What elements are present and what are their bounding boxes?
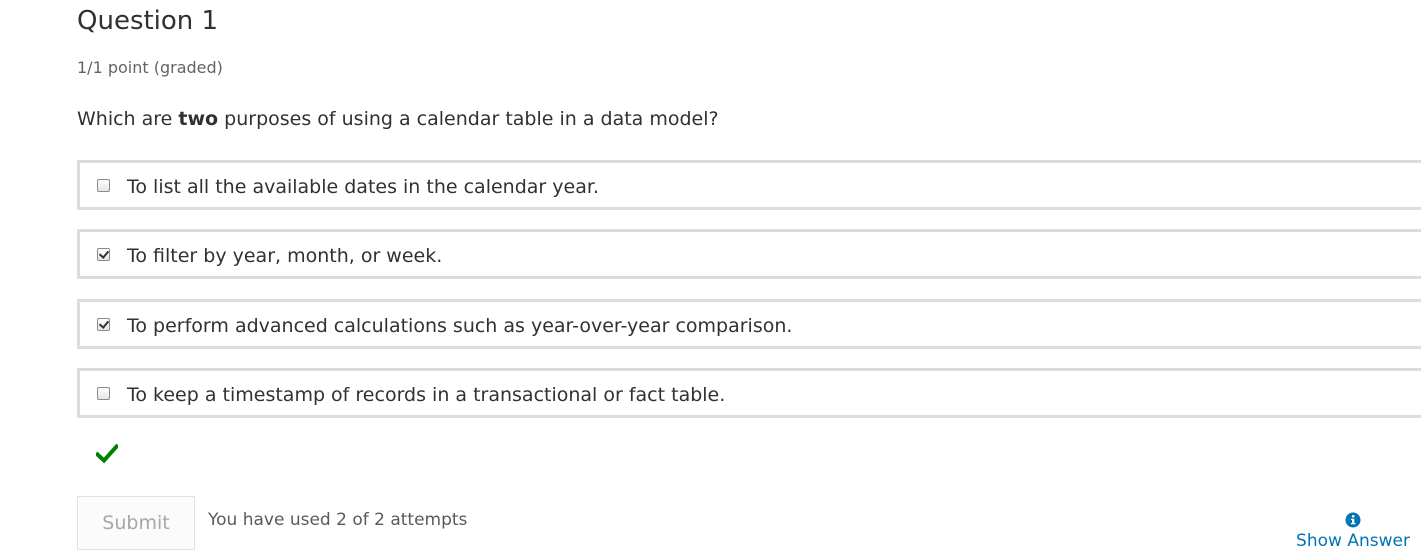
choice-checkbox-3[interactable]: [97, 318, 110, 331]
choice-label-2: To filter by year, month, or week.: [127, 245, 443, 267]
problem-container: Question 1 1/1 point (graded) Which are …: [77, 0, 1421, 557]
show-answer-button[interactable]: Show Answer: [1296, 512, 1410, 551]
points-label: 1/1 point (graded): [77, 58, 223, 77]
question-prompt: Which are two purposes of using a calend…: [77, 108, 719, 130]
prompt-text-end: purposes of using a calendar table in a …: [218, 108, 719, 130]
choice-checkbox-1[interactable]: [97, 179, 110, 192]
choice-option-2[interactable]: To filter by year, month, or week.: [77, 229, 1421, 279]
info-icon: [1345, 512, 1361, 528]
choice-option-1[interactable]: To list all the available dates in the c…: [77, 160, 1421, 210]
prompt-emphasis: two: [178, 108, 219, 130]
submit-button[interactable]: Submit: [77, 496, 195, 550]
choice-checkbox-2[interactable]: [97, 248, 110, 261]
checkmark-icon: [96, 444, 118, 464]
choice-label-3: To perform advanced calculations such as…: [127, 315, 793, 337]
choice-option-3[interactable]: To perform advanced calculations such as…: [77, 299, 1421, 349]
question-title: Question 1: [77, 6, 219, 36]
attempts-notice: You have used 2 of 2 attempts: [208, 510, 468, 530]
choice-label-4: To keep a timestamp of records in a tran…: [127, 384, 726, 406]
prompt-text-start: Which are: [77, 108, 179, 130]
choice-checkbox-4[interactable]: [97, 387, 110, 400]
choice-option-4[interactable]: To keep a timestamp of records in a tran…: [77, 368, 1421, 418]
show-answer-label: Show Answer: [1296, 531, 1410, 551]
choice-label-1: To list all the available dates in the c…: [127, 176, 599, 198]
